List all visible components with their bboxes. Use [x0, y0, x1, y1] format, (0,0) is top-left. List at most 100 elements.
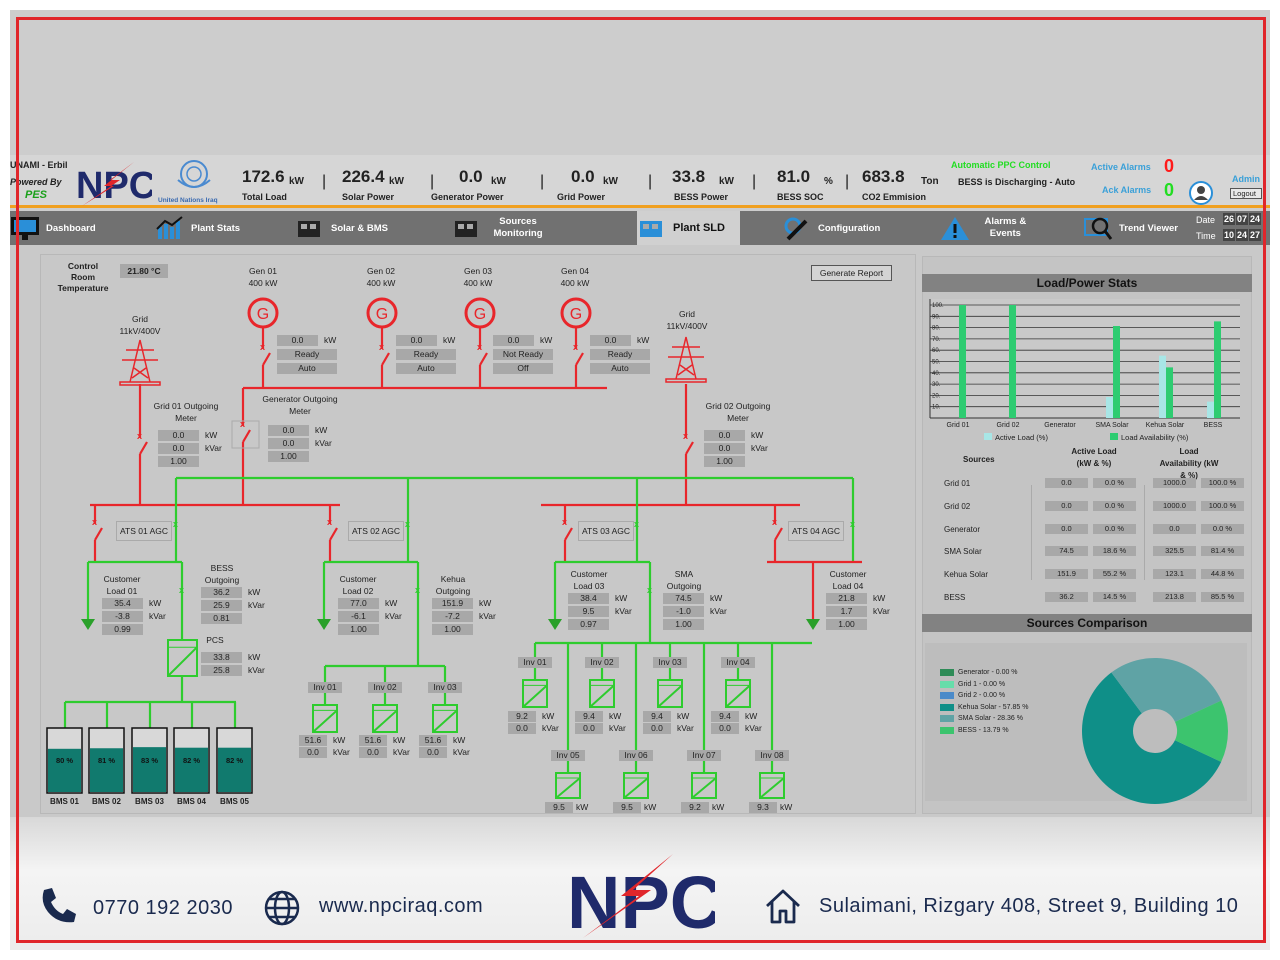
switch-icon	[94, 527, 103, 541]
load2-kw: 77.0	[338, 598, 379, 609]
gen-status: Ready	[396, 349, 456, 360]
y-tick-label: 20.	[932, 393, 941, 399]
inverter-label[interactable]: Inv 07	[687, 750, 721, 761]
gen-out-label: Generator Outgoing Meter	[262, 394, 338, 416]
unit-label: kW	[385, 598, 398, 608]
unit-label: kVar	[615, 606, 632, 616]
bar-load-availability	[1009, 305, 1016, 418]
battery-level	[90, 748, 123, 792]
pie-legend: Generator - 0.00 % Grid 1 - 0.00 % Grid 2 …	[940, 667, 1028, 736]
inverter-label[interactable]: Inv 03	[428, 682, 462, 693]
unit-label: kW	[315, 425, 328, 435]
avail-kw: 1000.0	[1153, 500, 1196, 511]
grid2_out-kw: 0.0	[704, 430, 745, 441]
unit-label: kW	[677, 711, 690, 721]
inverter-label[interactable]: Inv 04	[721, 657, 755, 668]
load4-pf: 1.00	[826, 619, 867, 630]
sources-header: Sources	[963, 455, 995, 464]
inverter-label[interactable]: Inv 08	[755, 750, 789, 761]
unit-label: kW	[710, 593, 723, 603]
gen-status: Ready	[590, 349, 650, 360]
inverter-label[interactable]: Inv 06	[619, 750, 653, 761]
active-kw: 0.0	[1045, 500, 1088, 511]
transmission-tower-icon	[119, 339, 161, 386]
legend-swatch	[940, 692, 954, 700]
inverter-label[interactable]: Inv 01	[518, 657, 552, 668]
unit-label: kW	[479, 598, 492, 608]
bms-name[interactable]: BMS 04	[170, 797, 213, 806]
legend-label: Kehua Solar - 57.85 %	[958, 703, 1029, 711]
x-tick-label: Grid 02	[997, 422, 1020, 429]
ats-controller-1[interactable]: ATS 01 AGC	[116, 521, 173, 541]
bms-name[interactable]: BMS 05	[213, 797, 256, 806]
unit-label: kW	[248, 652, 261, 662]
generator-glyph: G	[376, 306, 388, 323]
breaker-icon: x	[92, 517, 97, 527]
pcs-label: PCS	[206, 635, 224, 645]
bess_out-kw: 36.2	[201, 587, 242, 598]
bms-name[interactable]: BMS 02	[85, 797, 128, 806]
bms-soc: 82 %	[182, 756, 201, 765]
breaker-icon: x	[137, 431, 142, 441]
breaker-icon: x	[415, 585, 420, 595]
unit-label: kVar	[677, 723, 694, 733]
avail-pct: 44.8 %	[1201, 569, 1244, 580]
generator-glyph: G	[570, 306, 582, 323]
unit-label: kVar	[205, 443, 222, 453]
inverter-label[interactable]: Inv 02	[368, 682, 402, 693]
table-source-name: Generator	[944, 524, 981, 534]
x-tick-label: Generator	[1044, 422, 1076, 429]
switch-icon	[139, 441, 148, 455]
unit-label: kVar	[315, 438, 332, 448]
pie-legend-item: Generator - 0.00 %	[940, 667, 1028, 679]
gen_out-kw: 0.0	[268, 425, 309, 436]
breaker-icon: x	[634, 519, 639, 529]
breaker-icon: x	[260, 342, 265, 352]
grid-name: Grid	[678, 309, 696, 319]
breaker-icon: x	[850, 519, 855, 529]
unit-label: kVar	[393, 747, 410, 757]
inverter-kvar: 0.0	[575, 723, 603, 734]
temperature-label: Control Room Temperature	[57, 261, 109, 293]
grid2_out-pf: 1.00	[704, 456, 745, 467]
battery-level	[175, 747, 208, 792]
gen-rating: 400 kW	[463, 278, 493, 288]
legend-label: BESS - 13.79 %	[958, 726, 1009, 734]
avail-kw: 325.5	[1153, 546, 1196, 557]
grid-rating: 11kV/400V	[119, 326, 161, 336]
table-source-name: SMA Solar	[944, 547, 982, 557]
inverter-label[interactable]: Inv 01	[308, 682, 342, 693]
inverter-label[interactable]: Inv 02	[585, 657, 619, 668]
transmission-tower-icon	[665, 336, 707, 383]
generator-glyph: G	[474, 306, 486, 323]
inverter-kvar: 0.0	[643, 723, 671, 734]
battery-level	[133, 747, 166, 792]
switch-icon	[242, 429, 251, 443]
bms-name[interactable]: BMS 03	[128, 797, 171, 806]
plot-area	[930, 299, 1240, 418]
unit-label: kVar	[453, 747, 470, 757]
unit-label: kVar	[751, 443, 768, 453]
generate-report-button[interactable]: Generate Report	[811, 265, 892, 281]
gen-mode: Off	[493, 363, 553, 374]
ats-controller-2[interactable]: ATS 02 AGC	[348, 521, 405, 541]
bms-name[interactable]: BMS 01	[43, 797, 86, 806]
inverter-icon	[623, 772, 649, 799]
inverter-label[interactable]: Inv 05	[551, 750, 585, 761]
inverter-label[interactable]: Inv 03	[653, 657, 687, 668]
ats-controller-3[interactable]: ATS 03 AGC	[578, 521, 635, 541]
unit-label: kVar	[479, 611, 496, 621]
active-pct: 55.2 %	[1093, 569, 1136, 580]
avail-kw: 0.0	[1153, 523, 1196, 534]
unit-label: kW	[542, 711, 555, 721]
unit-label: kVar	[385, 611, 402, 621]
inverter-kw: 9.3	[749, 802, 777, 813]
y-tick-label: 60.	[932, 348, 941, 354]
gen-rating: 400 kW	[560, 278, 590, 288]
legend-label: Load Availability (%)	[1121, 433, 1189, 442]
website-link[interactable]: www.npciraq.com	[319, 895, 483, 918]
address: Sulaimani, Rizgary 408, Street 9, Buildi…	[819, 895, 1239, 917]
bms-soc: 81 %	[97, 756, 116, 765]
ats-controller-4[interactable]: ATS 04 AGC	[788, 521, 845, 541]
unit-label: kW	[745, 711, 758, 721]
